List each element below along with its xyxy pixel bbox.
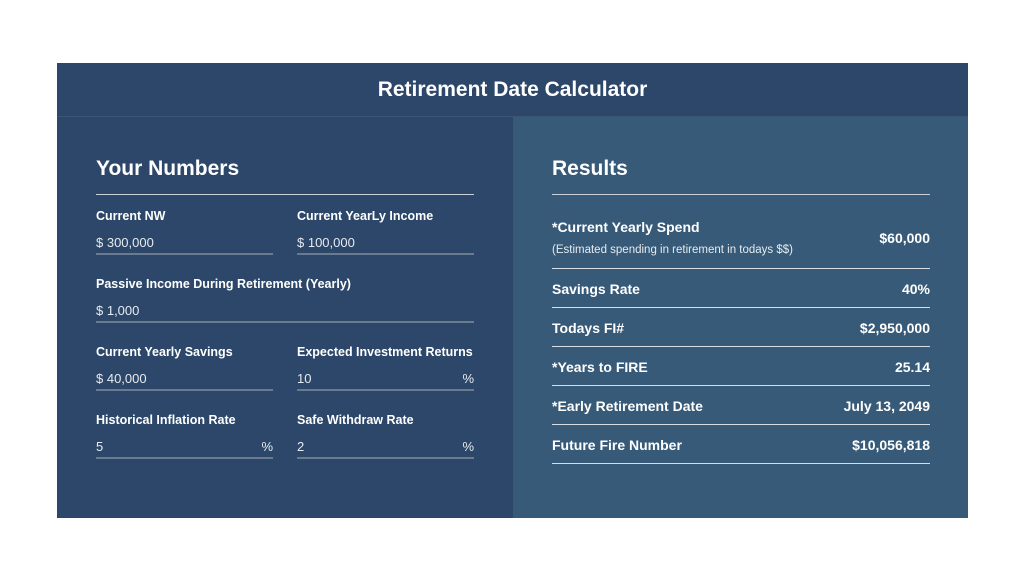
result-value: July 13, 2049: [843, 398, 930, 414]
result-row-future-fire-number: Future Fire Number $10,056,818: [552, 425, 930, 464]
percent-suffix: %: [261, 439, 273, 454]
input-value: 2: [297, 439, 305, 454]
result-label: *Years to FIRE: [552, 359, 648, 375]
passive-income-field: Passive Income During Retirement (Yearly…: [96, 277, 474, 327]
current-yearly-income-input[interactable]: $ 100,000: [297, 235, 474, 255]
inflation-rate-input[interactable]: 5%: [96, 439, 273, 459]
result-sublabel: (Estimated spending in retirement in tod…: [552, 244, 793, 256]
safe-withdraw-rate-field: Safe Withdraw Rate 2%: [297, 413, 474, 463]
results-panel: Results *Current Yearly Spend (Estimated…: [513, 117, 968, 518]
result-row-years-to-fire: *Years to FIRE 25.14: [552, 347, 930, 386]
input-value: $ 40,000: [96, 371, 147, 386]
result-row-savings-rate: Savings Rate 40%: [552, 269, 930, 308]
result-row-retirement-date: *Early Retirement Date July 13, 2049: [552, 386, 930, 425]
result-label: *Current Yearly Spend: [552, 219, 700, 235]
current-nw-field: Current NW $ 300,000: [96, 209, 273, 259]
inputs-heading: Your Numbers: [96, 157, 240, 180]
field-label: Current YearLy Income: [297, 209, 434, 223]
result-label: Todays FI#: [552, 320, 625, 336]
percent-suffix: %: [462, 439, 474, 454]
current-nw-input[interactable]: $ 300,000: [96, 235, 273, 255]
current-yearly-income-field: Current YearLy Income $ 100,000: [297, 209, 474, 259]
inflation-rate-field: Historical Inflation Rate 5%: [96, 413, 273, 463]
input-value: $ 300,000: [96, 235, 154, 250]
passive-income-input[interactable]: $ 1,000: [96, 303, 474, 323]
field-label: Current Yearly Savings: [96, 345, 233, 359]
result-value: $2,950,000: [859, 320, 930, 336]
result-row-yearly-spend: *Current Yearly Spend (Estimated spendin…: [552, 195, 930, 269]
page-title: Retirement Date Calculator: [377, 77, 648, 101]
result-label: Savings Rate: [552, 281, 640, 297]
expected-returns-field: Expected Investment Returns 10%: [297, 345, 474, 395]
result-row-todays-fi: Todays FI# $2,950,000: [552, 308, 930, 347]
result-label: *Early Retirement Date: [552, 398, 703, 414]
inputs-panel: Your Numbers Current NW $ 300,000 Curren…: [57, 117, 513, 518]
input-value: $ 1,000: [96, 303, 140, 318]
current-yearly-savings-field: Current Yearly Savings $ 40,000: [96, 345, 273, 395]
percent-suffix: %: [462, 371, 474, 386]
input-value: 10: [297, 371, 312, 386]
safe-withdraw-rate-input[interactable]: 2%: [297, 439, 474, 459]
inputs-divider: [96, 194, 474, 195]
input-value: $ 100,000: [297, 235, 355, 250]
result-value: 40%: [901, 281, 930, 297]
result-value: $60,000: [879, 230, 930, 246]
current-yearly-savings-input[interactable]: $ 40,000: [96, 371, 273, 391]
result-value: 25.14: [894, 359, 930, 375]
field-label: Expected Investment Returns: [297, 345, 473, 359]
field-label: Safe Withdraw Rate: [297, 413, 414, 427]
result-label: Future Fire Number: [552, 437, 682, 453]
field-label: Current NW: [96, 209, 166, 223]
results-heading: Results: [552, 157, 628, 180]
calculator-card: Retirement Date Calculator Your Numbers …: [57, 63, 968, 518]
calculator-header: Retirement Date Calculator: [57, 63, 968, 117]
field-label: Passive Income During Retirement (Yearly…: [96, 277, 351, 291]
input-value: 5: [96, 439, 104, 454]
field-label: Historical Inflation Rate: [96, 413, 236, 427]
expected-returns-input[interactable]: 10%: [297, 371, 474, 391]
result-value: $10,056,818: [852, 437, 930, 453]
